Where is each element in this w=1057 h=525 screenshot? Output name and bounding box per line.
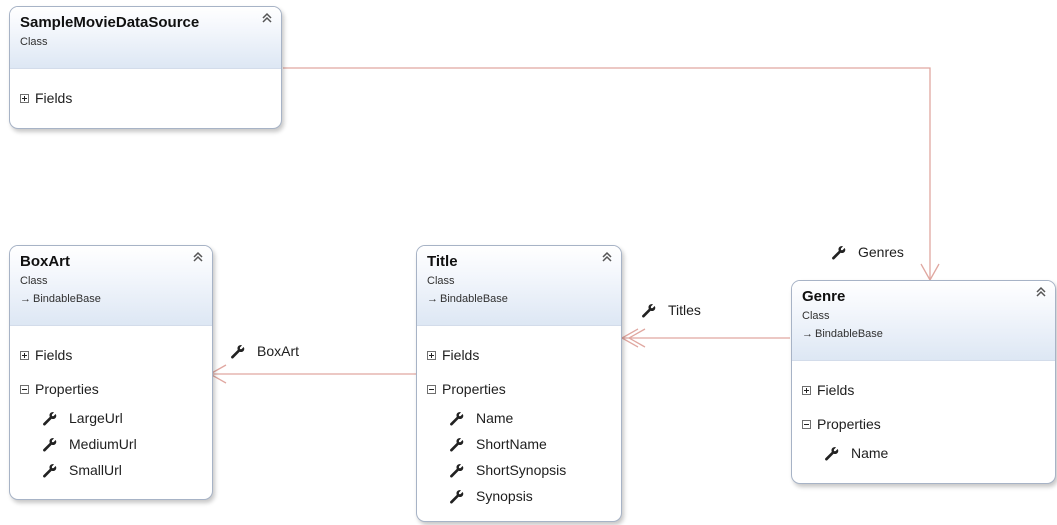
- inheritance-arrow-icon: →: [802, 328, 813, 340]
- expand-icon[interactable]: [427, 350, 436, 360]
- class-diagram-canvas: SampleMovieDataSource Class Fields BoxAr…: [0, 0, 1057, 525]
- wrench-icon: [450, 463, 464, 478]
- expand-icon[interactable]: [802, 385, 811, 395]
- property-name: LargeUrl: [69, 410, 123, 426]
- property-name: ShortName: [476, 436, 547, 452]
- class-header: Genre Class → BindableBase: [792, 281, 1055, 361]
- wrench-icon: [450, 411, 464, 426]
- properties-label: Properties: [35, 381, 99, 397]
- collapse-icon[interactable]: [1035, 286, 1047, 298]
- wrench-icon: [231, 344, 245, 359]
- members-compartment: Fields Properties Name ShortName ShortSy…: [417, 344, 621, 509]
- property-row[interactable]: LargeUrl: [10, 405, 212, 431]
- class-sample-movie-data-source[interactable]: SampleMovieDataSource Class Fields: [9, 6, 282, 129]
- property-row[interactable]: ShortSynopsis: [417, 457, 621, 483]
- class-stereotype: Class: [427, 275, 455, 287]
- properties-section[interactable]: Properties: [10, 378, 212, 400]
- class-genre[interactable]: Genre Class → BindableBase Fields Propert…: [791, 280, 1056, 484]
- class-header: BoxArt Class → BindableBase: [10, 246, 212, 326]
- wrench-icon: [642, 303, 656, 318]
- property-row[interactable]: Name: [792, 440, 1055, 466]
- base-class-name: BindableBase: [440, 293, 508, 305]
- property-row[interactable]: ShortName: [417, 431, 621, 457]
- property-name: ShortSynopsis: [476, 462, 567, 478]
- expand-icon[interactable]: [20, 93, 29, 103]
- fields-label: Fields: [442, 347, 480, 363]
- class-boxart[interactable]: BoxArt Class → BindableBase Fields Proper…: [9, 245, 213, 500]
- association-name: Genres: [858, 244, 904, 260]
- base-class: → BindableBase: [427, 292, 611, 306]
- arrowhead-genres: [920, 263, 940, 282]
- property-row[interactable]: Synopsis: [417, 483, 621, 509]
- collapse-section-icon[interactable]: [802, 419, 811, 429]
- expand-icon[interactable]: [20, 350, 29, 360]
- properties-label: Properties: [817, 416, 881, 432]
- wrench-icon: [43, 437, 57, 452]
- inheritance-arrow-icon: →: [427, 293, 438, 305]
- collapse-section-icon[interactable]: [20, 384, 29, 394]
- class-header: Title Class → BindableBase: [417, 246, 621, 326]
- class-name: BoxArt: [20, 253, 71, 270]
- wrench-icon: [450, 489, 464, 504]
- wrench-icon: [43, 463, 57, 478]
- fields-section[interactable]: Fields: [10, 87, 281, 109]
- class-name: Genre: [802, 288, 846, 305]
- association-name: BoxArt: [257, 343, 300, 359]
- properties-section[interactable]: Properties: [417, 378, 621, 400]
- class-name: Title: [427, 253, 458, 270]
- properties-section[interactable]: Properties: [792, 413, 1055, 435]
- class-stereotype: Class: [802, 310, 830, 322]
- members-compartment: Fields Properties Name: [792, 379, 1055, 466]
- association-label-titles[interactable]: Titles: [641, 302, 701, 318]
- wrench-icon: [450, 437, 464, 452]
- property-name: SmallUrl: [69, 462, 122, 478]
- property-row[interactable]: MediumUrl: [10, 431, 212, 457]
- property-name: Name: [851, 445, 889, 461]
- base-class: → BindableBase: [802, 327, 1045, 341]
- association-label-genres[interactable]: Genres: [831, 244, 904, 260]
- class-stereotype: Class: [20, 36, 48, 48]
- fields-label: Fields: [35, 90, 73, 106]
- class-title[interactable]: Title Class → BindableBase Fields Propert…: [416, 245, 622, 522]
- base-class-name: BindableBase: [33, 293, 101, 305]
- property-name: Name: [476, 410, 514, 426]
- association-label-boxart[interactable]: BoxArt: [230, 343, 299, 359]
- property-row[interactable]: SmallUrl: [10, 457, 212, 483]
- property-name: MediumUrl: [69, 436, 137, 452]
- members-compartment: Fields Properties LargeUrl MediumUrl Sma…: [10, 344, 212, 483]
- fields-label: Fields: [35, 347, 73, 363]
- wrench-icon: [832, 245, 846, 260]
- fields-compartment: Fields: [10, 87, 281, 109]
- property-name: Synopsis: [476, 488, 533, 504]
- collapse-icon[interactable]: [601, 251, 613, 263]
- collapse-icon[interactable]: [192, 251, 204, 263]
- class-stereotype: Class: [20, 275, 48, 287]
- arrowhead-titles-inner: [627, 328, 646, 348]
- association-name: Titles: [668, 302, 701, 318]
- fields-section[interactable]: Fields: [792, 379, 1055, 401]
- wrench-icon: [825, 446, 839, 461]
- fields-section[interactable]: Fields: [10, 344, 212, 366]
- base-class: → BindableBase: [20, 292, 202, 306]
- collapse-icon[interactable]: [261, 12, 273, 24]
- class-name: SampleMovieDataSource: [20, 14, 200, 31]
- properties-label: Properties: [442, 381, 506, 397]
- arrowhead-titles: [620, 328, 639, 348]
- property-row[interactable]: Name: [417, 405, 621, 431]
- fields-label: Fields: [817, 382, 855, 398]
- fields-section[interactable]: Fields: [417, 344, 621, 366]
- class-header: SampleMovieDataSource Class: [10, 7, 281, 69]
- collapse-section-icon[interactable]: [427, 384, 436, 394]
- base-class-name: BindableBase: [815, 328, 883, 340]
- wrench-icon: [43, 411, 57, 426]
- inheritance-arrow-icon: →: [20, 293, 31, 305]
